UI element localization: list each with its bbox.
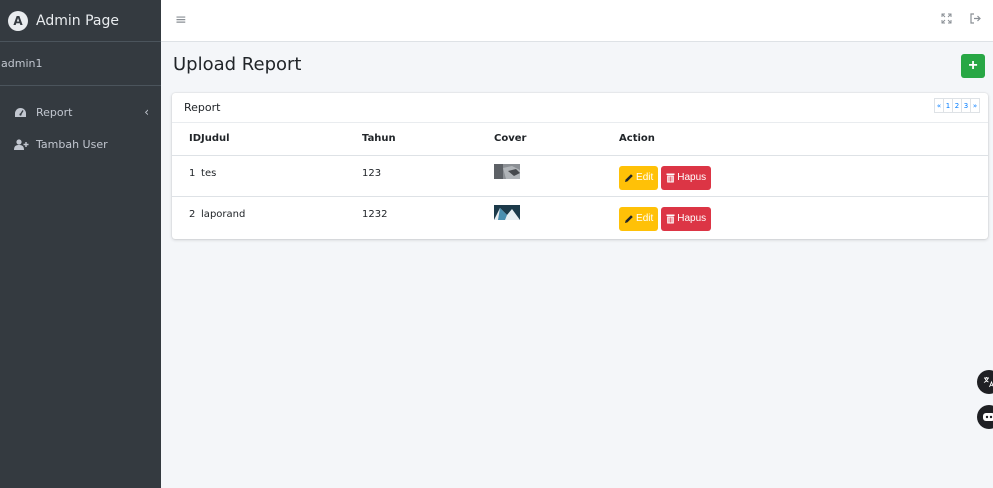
card-header: Report « 1 2 3 » bbox=[172, 93, 988, 123]
cover-thumbnail[interactable] bbox=[494, 204, 521, 220]
chevron-left-icon: ‹ bbox=[144, 105, 149, 119]
brand-link[interactable]: A Admin Page bbox=[0, 0, 161, 42]
cell-judul: tes bbox=[201, 155, 363, 197]
sidebar-item-tambah-user[interactable]: Tambah User bbox=[0, 128, 161, 160]
edit-button[interactable]: Edit bbox=[619, 206, 659, 231]
brand-title: Admin Page bbox=[36, 12, 119, 29]
column-header-id: ID bbox=[172, 123, 202, 156]
cover-thumbnail[interactable] bbox=[494, 163, 521, 179]
sidebar-item-label: Tambah User bbox=[36, 137, 108, 151]
cell-tahun: 1232 bbox=[362, 208, 388, 220]
cell-judul: laporand bbox=[201, 208, 246, 220]
top-navbar: ≡ bbox=[161, 0, 993, 42]
pencil-icon bbox=[625, 214, 633, 223]
page-title: Upload Report bbox=[173, 54, 302, 75]
chat-assistant-icon[interactable] bbox=[977, 405, 993, 429]
brand-logo-icon: A bbox=[8, 10, 28, 31]
cell-action: Edit Hapus bbox=[619, 155, 988, 197]
edit-label: Edit bbox=[636, 213, 654, 224]
card-title: Report bbox=[184, 101, 221, 114]
translate-icon[interactable] bbox=[977, 370, 993, 394]
add-report-button[interactable]: + bbox=[961, 54, 985, 78]
hapus-button[interactable]: Hapus bbox=[661, 206, 712, 231]
user-plus-icon bbox=[14, 138, 32, 150]
cell-cover bbox=[494, 196, 619, 237]
hapus-button[interactable]: Hapus bbox=[661, 165, 712, 190]
edit-label: Edit bbox=[636, 172, 654, 183]
sidebar-item-report[interactable]: Report ‹ bbox=[0, 96, 161, 128]
logout-icon[interactable] bbox=[970, 13, 981, 27]
sidebar-item-label: Report bbox=[36, 105, 73, 119]
hapus-label: Hapus bbox=[677, 172, 707, 183]
sidebar: A Admin Page admin1 Report ‹ Tambah User bbox=[0, 0, 161, 488]
cell-action: Edit Hapus bbox=[619, 196, 988, 237]
trash-icon bbox=[666, 173, 675, 182]
edit-button[interactable]: Edit bbox=[619, 165, 659, 190]
pencil-icon bbox=[625, 173, 633, 182]
navbar-right bbox=[941, 13, 981, 27]
column-header-cover: Cover bbox=[494, 123, 620, 156]
sidebar-nav: Report ‹ Tambah User bbox=[0, 86, 161, 160]
cell-id: 2 bbox=[189, 208, 196, 220]
column-header-tahun: Tahun bbox=[362, 123, 495, 156]
cell-cover bbox=[494, 155, 620, 197]
pagination-next[interactable]: » bbox=[970, 98, 980, 113]
table-row: 2 laporand 1232 Edit Hapus bbox=[172, 196, 988, 237]
pagination: « 1 2 3 » bbox=[934, 98, 980, 113]
report-card: Report « 1 2 3 » ID Judul Tahun Cover Ac… bbox=[172, 93, 988, 239]
column-header-action: Action bbox=[619, 123, 988, 156]
dashboard-gauge-icon bbox=[14, 107, 32, 118]
cell-id: 1 bbox=[172, 155, 202, 197]
cell-tahun: 123 bbox=[362, 155, 495, 197]
hapus-label: Hapus bbox=[677, 213, 707, 224]
user-panel: admin1 bbox=[0, 42, 161, 86]
hamburger-icon[interactable]: ≡ bbox=[175, 12, 187, 28]
table-row: 1 tes 123 Edit Hapus bbox=[172, 155, 988, 197]
user-name[interactable]: admin1 bbox=[1, 57, 42, 70]
fullscreen-icon[interactable] bbox=[941, 13, 952, 27]
trash-icon bbox=[666, 214, 675, 223]
content-wrapper: Upload Report + Report « 1 2 3 » ID Judu… bbox=[161, 42, 993, 488]
column-header-judul: Judul bbox=[201, 123, 363, 156]
table-header-row: ID Judul Tahun Cover Action bbox=[172, 123, 988, 156]
report-table: ID Judul Tahun Cover Action 1 tes 123 Ed… bbox=[172, 123, 988, 237]
